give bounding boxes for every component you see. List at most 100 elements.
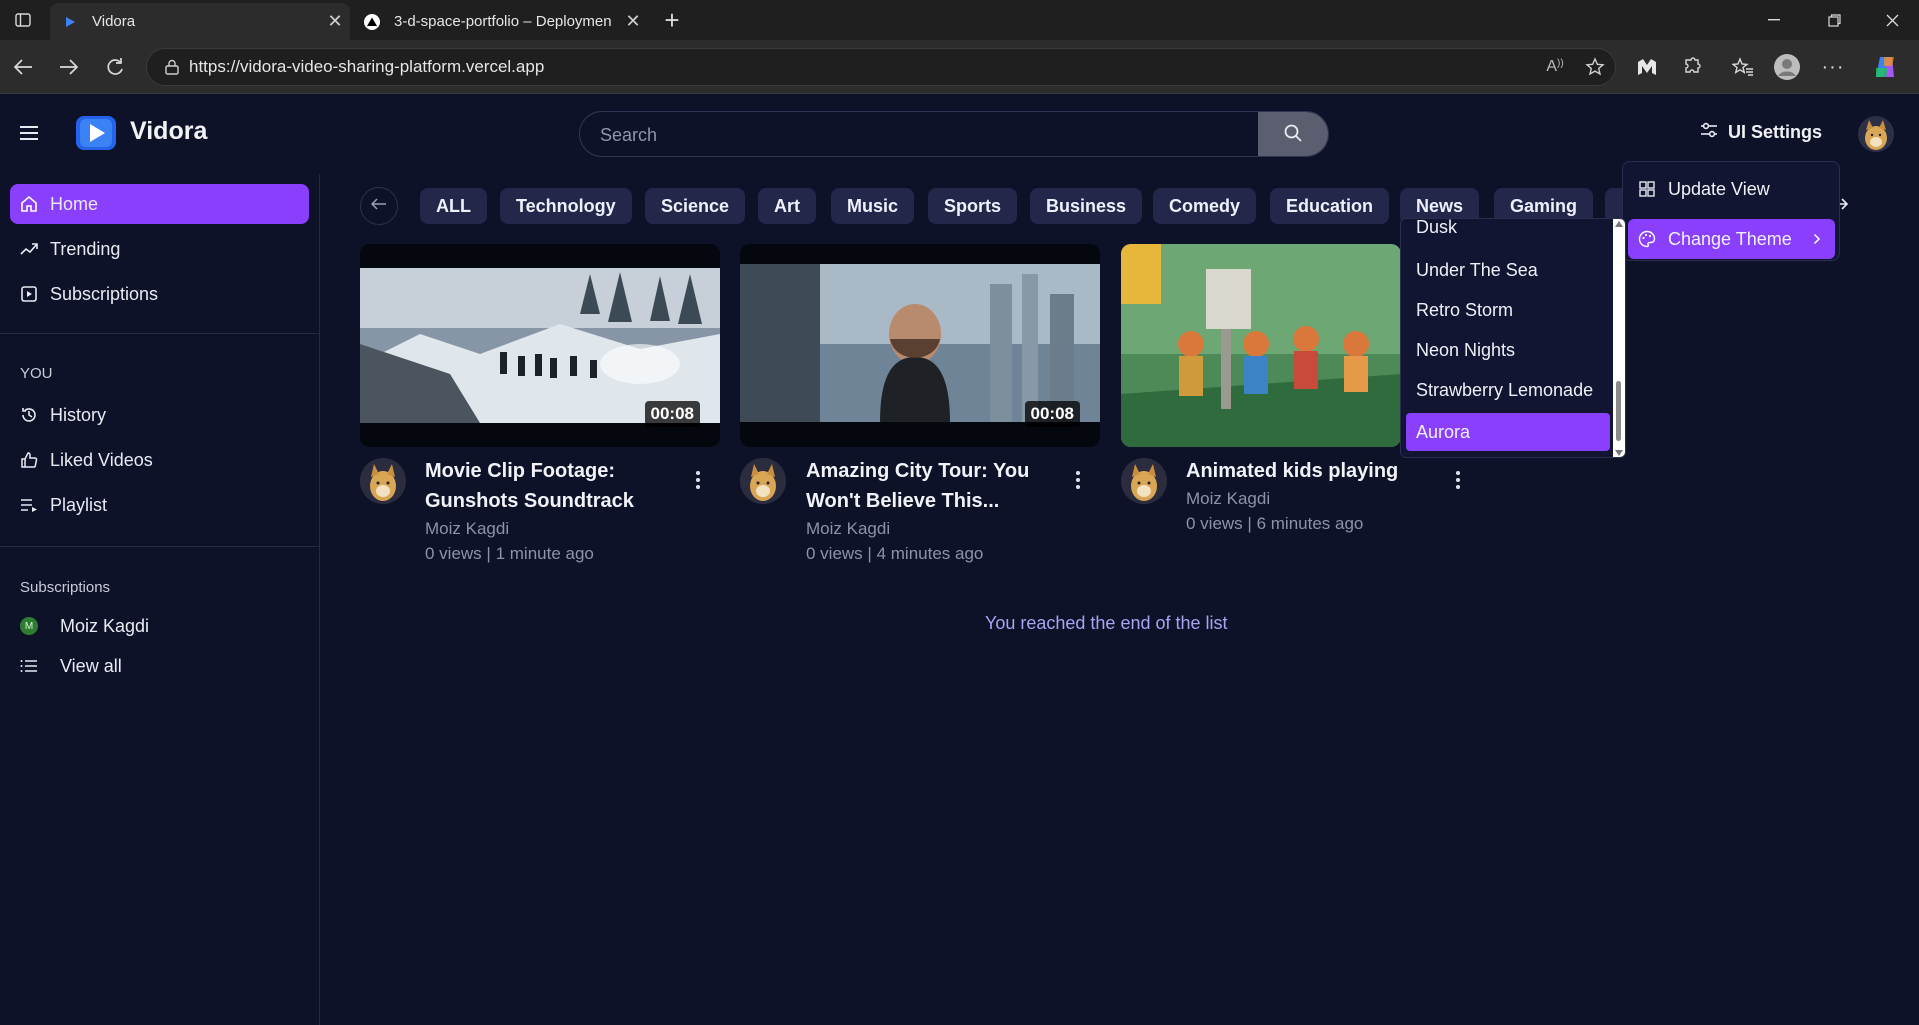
close-window-icon[interactable]	[1864, 0, 1919, 40]
chevron-right-icon	[1813, 229, 1821, 250]
video-options-icon[interactable]	[1450, 468, 1466, 492]
video-title-line: Amazing City Tour: You	[806, 460, 1030, 482]
video-options-icon[interactable]	[690, 468, 706, 492]
video-channel-name[interactable]: Moiz Kagdi	[1186, 489, 1270, 509]
chip-science[interactable]: Science	[645, 188, 746, 224]
close-tab-icon[interactable]: ✕	[618, 11, 648, 32]
arrow-left-icon	[370, 197, 387, 215]
home-icon	[20, 195, 38, 213]
scrollbar-thumb[interactable]	[1616, 381, 1621, 441]
read-aloud-icon[interactable]: A))	[1535, 58, 1575, 76]
theme-option-dusk[interactable]: Dusk	[1406, 219, 1610, 246]
search-bar[interactable]: Search	[579, 111, 1329, 157]
theme-menu-scrollbar[interactable]	[1613, 219, 1625, 457]
video-title-line: Won't Believe This...	[806, 490, 1000, 512]
scroll-up-arrow-icon[interactable]	[1615, 221, 1623, 227]
channel-avatar[interactable]	[360, 458, 406, 504]
browser-tab-vidora[interactable]: Vidora ✕	[50, 3, 350, 40]
chip-art[interactable]: Art	[758, 188, 816, 224]
url-text[interactable]: https://vidora-video-sharing-platform.ve…	[189, 57, 1535, 77]
tab-title: 3-d-space-portfolio – Deploymen	[394, 13, 612, 30]
chip-business[interactable]: Business	[1030, 188, 1143, 224]
chip-sports[interactable]: Sports	[928, 188, 1018, 224]
theme-option-retro-storm[interactable]: Retro Storm	[1406, 291, 1610, 329]
theme-option-neon-nights[interactable]: Neon Nights	[1406, 331, 1610, 369]
minimize-icon[interactable]	[1746, 0, 1802, 40]
channel-avatar[interactable]	[740, 458, 786, 504]
video-options-icon[interactable]	[1070, 468, 1086, 492]
subscription-channel-moiz-kagdi[interactable]: M Moiz Kagdi	[20, 611, 149, 641]
video-title[interactable]: Animated kids playing	[1186, 456, 1398, 486]
video-age: 6 minutes ago	[1256, 514, 1364, 533]
menu-item-change-theme[interactable]: Change Theme	[1628, 219, 1835, 259]
video-thumbnail[interactable]: 00:08	[360, 244, 720, 447]
video-title-line: Animated kids playing	[1186, 460, 1399, 482]
subscriptions-view-all[interactable]: View all	[20, 651, 122, 681]
menu-item-update-view[interactable]: Update View	[1628, 169, 1835, 209]
scroll-down-arrow-icon[interactable]	[1615, 450, 1623, 456]
malwarebytes-extension-icon[interactable]	[1632, 52, 1662, 82]
sidebar-item-subscriptions[interactable]: Subscriptions	[10, 274, 309, 314]
video-meta: 0 views | 1 minute ago	[425, 544, 594, 564]
more-options-icon[interactable]: ···	[1818, 52, 1848, 82]
sidebar-item-history[interactable]: History	[10, 395, 309, 435]
sidebar-item-playlist[interactable]: Playlist	[10, 485, 309, 525]
chip-music[interactable]: Music	[831, 188, 915, 224]
sidebar-item-liked-videos[interactable]: Liked Videos	[10, 440, 309, 480]
video-channel-name[interactable]: Moiz Kagdi	[806, 519, 890, 539]
video-title[interactable]: Amazing City Tour: You Won't Believe Thi…	[806, 456, 1029, 516]
ui-settings-button[interactable]: UI Settings	[1700, 122, 1822, 143]
sidebar-heading-subscriptions: Subscriptions	[20, 579, 111, 596]
video-thumbnail[interactable]	[1121, 244, 1401, 447]
chip-education[interactable]: Education	[1270, 188, 1390, 224]
new-tab-button[interactable]: +	[656, 4, 688, 36]
video-channel-name[interactable]: Moiz Kagdi	[425, 519, 509, 539]
sidebar-item-label: Home	[50, 193, 99, 214]
video-duration: 00:08	[1024, 401, 1080, 427]
search-input[interactable]: Search	[600, 125, 657, 146]
sidebar: Home Trending Subscriptions YOU History …	[0, 174, 320, 1025]
hamburger-menu-icon[interactable]	[16, 120, 42, 146]
sidebar-item-trending[interactable]: Trending	[10, 229, 309, 269]
site-info-icon[interactable]	[155, 59, 189, 75]
profile-icon[interactable]	[1772, 52, 1802, 82]
end-of-list-message: You reached the end of the list	[985, 613, 1228, 633]
address-bar[interactable]: https://vidora-video-sharing-platform.ve…	[146, 48, 1616, 86]
back-icon[interactable]	[6, 50, 40, 84]
channel-avatar[interactable]	[1121, 458, 1167, 504]
extensions-puzzle-icon[interactable]	[1676, 52, 1706, 82]
chip-all[interactable]: ALL	[420, 188, 487, 224]
browser-tab-portfolio[interactable]: 3-d-space-portfolio – Deploymen ✕	[352, 3, 648, 40]
copilot-icon[interactable]	[1870, 52, 1900, 82]
refresh-icon[interactable]	[98, 50, 132, 84]
user-avatar[interactable]	[1858, 116, 1894, 152]
chip-comedy[interactable]: Comedy	[1153, 188, 1257, 224]
history-icon	[20, 406, 38, 424]
sidebar-item-home[interactable]: Home	[10, 184, 309, 224]
sidebar-item-label: Subscriptions	[50, 283, 159, 304]
favorite-star-icon[interactable]	[1575, 57, 1615, 77]
search-button[interactable]	[1258, 112, 1328, 156]
video-thumbnail[interactable]: 00:08	[740, 244, 1100, 447]
theme-option-aurora[interactable]: Aurora	[1406, 413, 1610, 451]
search-icon	[1283, 123, 1303, 148]
vidora-logo-icon[interactable]	[76, 116, 116, 150]
forward-icon[interactable]	[52, 50, 86, 84]
restore-icon[interactable]	[1806, 0, 1862, 40]
favorites-icon[interactable]	[1728, 52, 1758, 82]
sidebar-item-label: Trending	[50, 238, 121, 259]
theme-option-under-the-sea[interactable]: Under The Sea	[1406, 251, 1610, 289]
theme-option-strawberry-lemonade[interactable]: Strawberry Lemonade	[1406, 371, 1610, 409]
vercel-favicon-icon	[364, 13, 380, 30]
app-logo-text[interactable]: Vidora	[130, 117, 207, 146]
chips-scroll-left-button[interactable]	[360, 187, 398, 225]
tab-actions-icon[interactable]	[12, 10, 34, 30]
list-icon	[20, 659, 38, 673]
meta-separator: |	[1247, 514, 1252, 533]
video-title[interactable]: Movie Clip Footage: Gunshots Soundtrack	[425, 456, 634, 516]
channel-avatar: M	[20, 617, 38, 635]
theme-submenu[interactable]: Dusk Under The Sea Retro Storm Neon Nigh…	[1400, 218, 1626, 458]
close-tab-icon[interactable]: ✕	[320, 11, 350, 32]
chip-technology[interactable]: Technology	[500, 188, 632, 224]
grid-icon	[1638, 180, 1656, 198]
